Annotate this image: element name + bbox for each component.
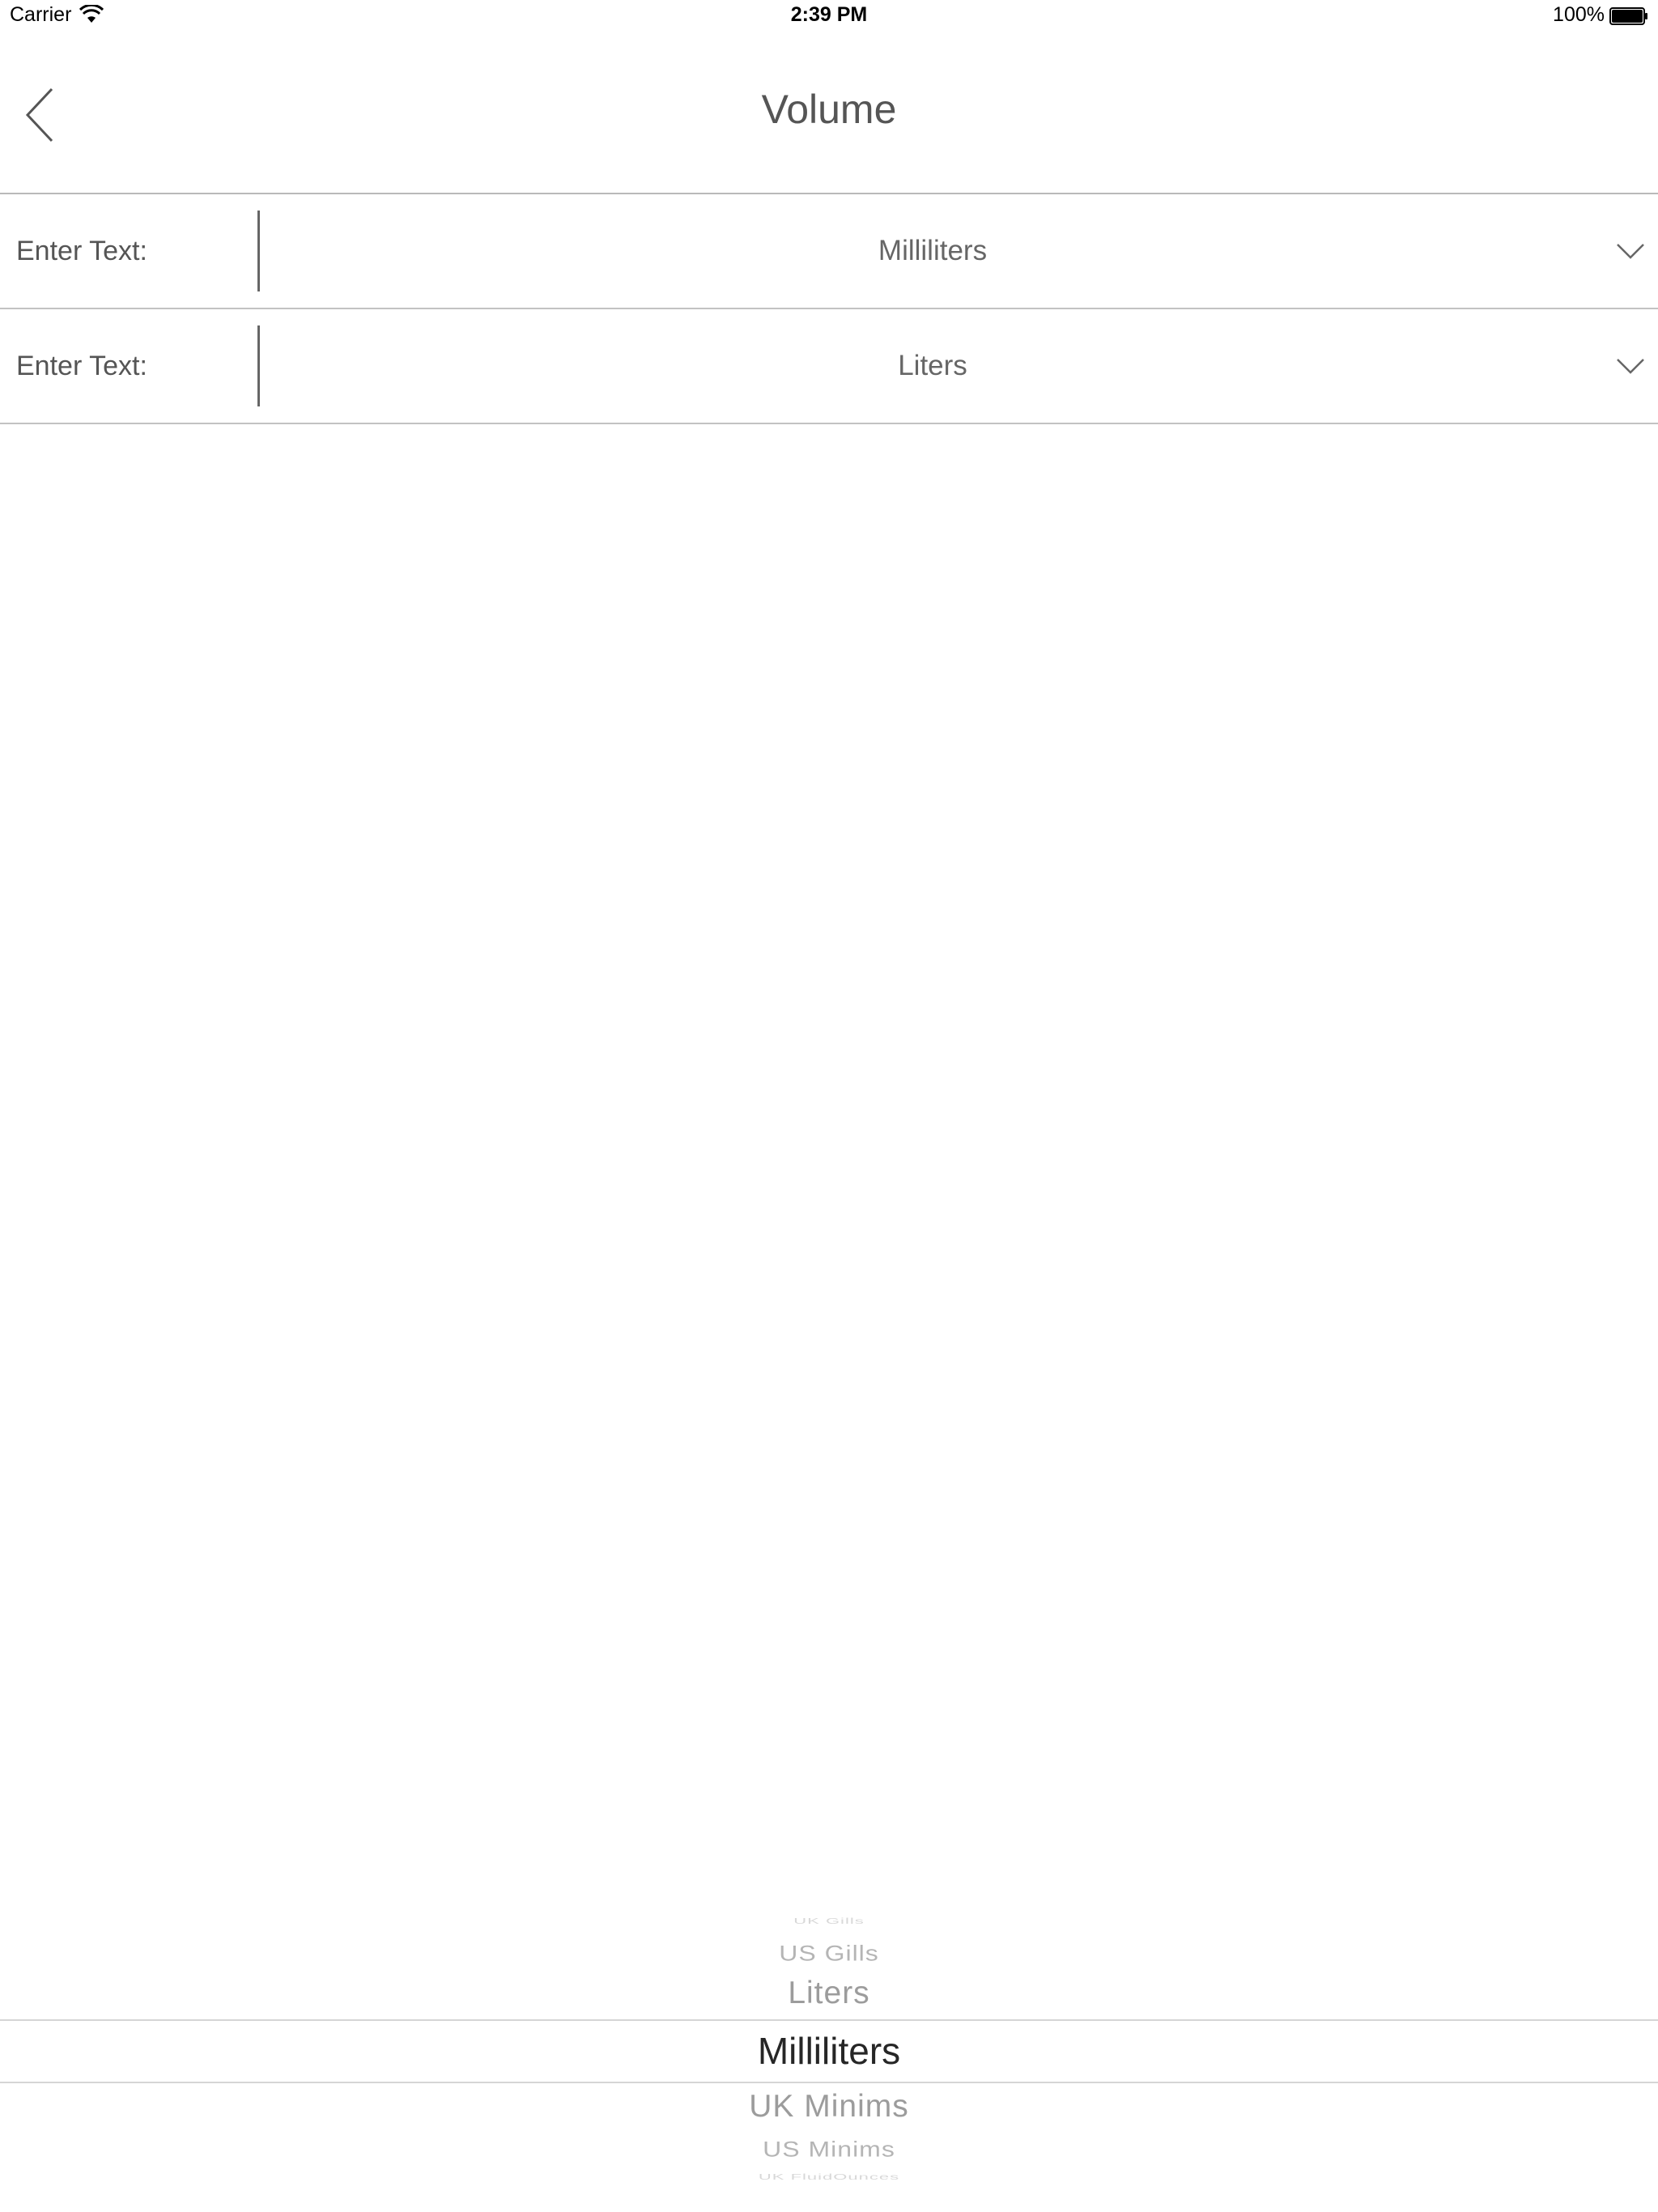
chevron-down-icon[interactable] — [1616, 236, 1645, 266]
to-value-input[interactable] — [16, 309, 251, 423]
picker-item[interactable]: US Gills — [0, 1941, 1658, 1966]
picker-selection-top-line — [0, 2019, 1658, 2021]
navigation-bar: Volume — [0, 32, 1658, 194]
conversion-row-to: Liters — [0, 309, 1658, 424]
conversion-row-from: Milliliters — [0, 194, 1658, 309]
picker-selection-bottom-line — [0, 2082, 1658, 2083]
row-divider — [257, 211, 260, 291]
unit-picker-wheel[interactable]: UK Gills US Gills Liters Milliliters UK … — [0, 1895, 1658, 2212]
picker-item[interactable]: Liters — [0, 1976, 1658, 2011]
from-unit-selector[interactable]: Milliliters — [261, 194, 1605, 308]
from-value-input[interactable] — [16, 194, 251, 308]
picker-item[interactable]: UK Minims — [0, 2089, 1658, 2125]
picker-item[interactable]: UK FluidOunces — [0, 2172, 1658, 2182]
to-unit-selector[interactable]: Liters — [261, 309, 1605, 423]
page-title: Volume — [761, 87, 897, 132]
picker-item[interactable]: US Minims — [0, 2137, 1658, 2162]
battery-icon — [1609, 7, 1647, 25]
battery-percent: 100% — [1553, 3, 1605, 26]
status-bar: Carrier 2:39 PM 100% — [0, 0, 1658, 32]
chevron-down-icon[interactable] — [1616, 351, 1645, 381]
row-divider — [257, 325, 260, 406]
picker-item[interactable]: UK Gills — [0, 1916, 1658, 1926]
status-time: 2:39 PM — [790, 3, 868, 26]
picker-item-selected[interactable]: Milliliters — [0, 2029, 1658, 2073]
